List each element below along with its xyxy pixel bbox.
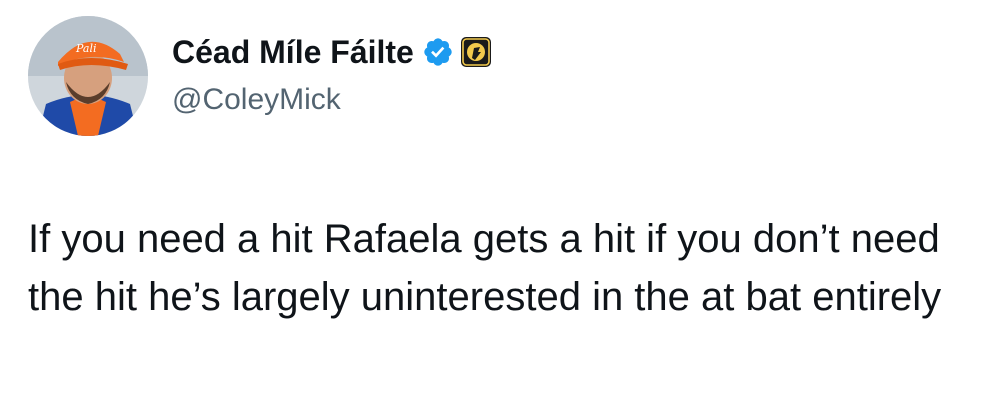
tweet-text: If you need a hit Rafaela gets a hit if … [28,217,942,319]
author-display-name[interactable]: Céad Míle Fáilte [172,30,414,74]
verified-badge-icon [422,36,454,68]
svg-text:Pali: Pali [75,42,97,55]
avatar[interactable]: Pali [28,16,148,136]
affiliate-badge-icon[interactable] [460,36,492,68]
author-name-row: Céad Míle Fáilte [172,30,492,74]
avatar-photo-icon: Pali [28,16,148,136]
author-handle[interactable]: @ColeyMick [172,80,341,120]
tweet-card: Pali Céad Míle Fáilte @ColeyMick If you … [0,0,988,414]
